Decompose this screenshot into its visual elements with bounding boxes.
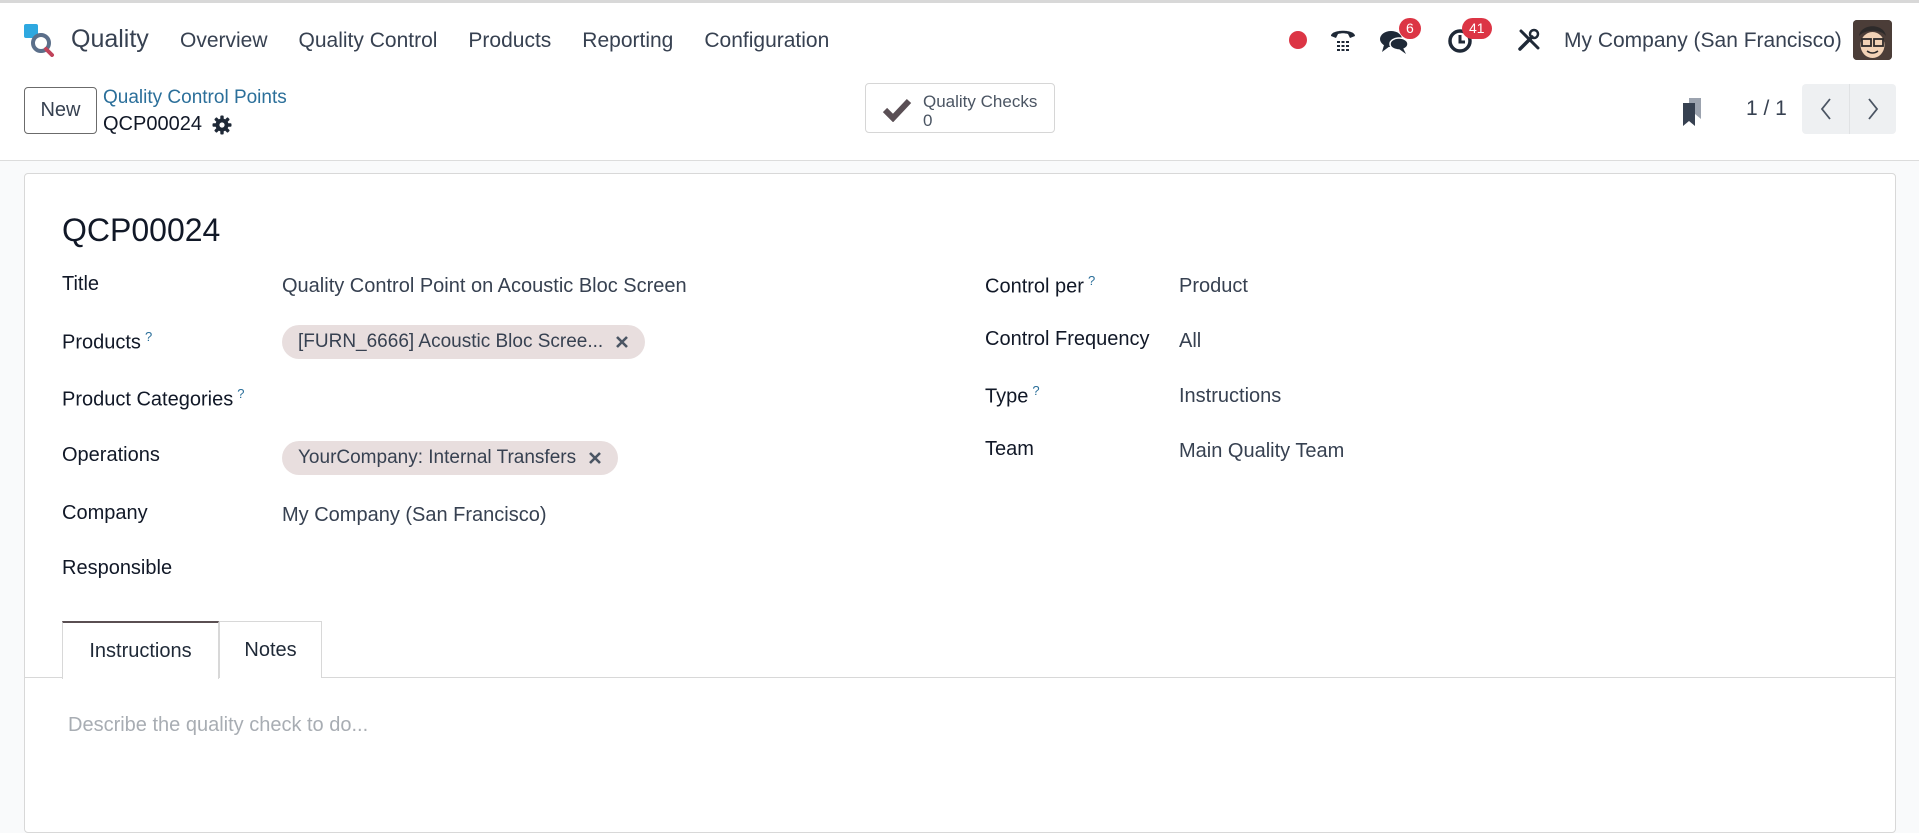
pager-previous-button[interactable]	[1802, 84, 1849, 134]
user-avatar[interactable]	[1853, 20, 1892, 60]
product-categories-label: Product Categories?	[62, 386, 244, 412]
menu-products[interactable]: Products	[468, 29, 551, 53]
gear-icon[interactable]	[212, 115, 232, 135]
operation-tag[interactable]: YourCompany: Internal Transfers	[282, 441, 619, 475]
remove-tag-icon[interactable]	[588, 451, 602, 465]
control-frequency-label: Control Frequency	[985, 328, 1150, 350]
products-help-icon[interactable]: ?	[145, 329, 152, 344]
operations-label: Operations	[62, 444, 160, 466]
title-field[interactable]: Quality Control Point on Acoustic Bloc S…	[282, 275, 687, 298]
menu-configuration[interactable]: Configuration	[704, 29, 829, 53]
company-switcher[interactable]: My Company (San Francisco)	[1564, 29, 1842, 53]
control-per-label: Control per?	[985, 273, 1095, 299]
product-tag-label: [FURN_6666] Acoustic Bloc Scree...	[298, 331, 604, 352]
type-label: Type?	[985, 383, 1040, 409]
recording-dot-icon[interactable]	[1289, 31, 1307, 49]
product-categories-help-icon[interactable]: ?	[237, 386, 244, 401]
breadcrumb-quality-control-points[interactable]: Quality Control Points	[103, 87, 287, 109]
phone-icon[interactable]	[1329, 27, 1357, 53]
menu-overview[interactable]: Overview	[180, 29, 268, 53]
responsible-field[interactable]	[282, 557, 922, 583]
team-label: Team	[985, 438, 1034, 460]
control-panel: New Quality Control Points QCP00024 Qual…	[0, 75, 1919, 161]
instructions-editor[interactable]: Describe the quality check to do...	[68, 714, 368, 737]
quality-app-logo-icon[interactable]	[22, 23, 56, 57]
type-help-icon[interactable]: ?	[1032, 383, 1039, 398]
control-frequency-field[interactable]: All	[1179, 330, 1201, 353]
pager-value[interactable]: 1 / 1	[1746, 97, 1787, 121]
messages-badge: 6	[1399, 18, 1421, 39]
remove-tag-icon[interactable]	[615, 335, 629, 349]
control-per-label-text: Control per	[985, 275, 1084, 298]
tools-icon[interactable]	[1517, 28, 1541, 52]
pager-buttons	[1802, 84, 1896, 134]
chevron-right-icon	[1868, 98, 1879, 120]
company-label: Company	[62, 502, 148, 524]
chevron-left-icon	[1820, 98, 1831, 120]
bookmark-icon[interactable]	[1680, 97, 1706, 127]
product-categories-field[interactable]	[282, 386, 922, 412]
main-navbar: Quality Overview Quality Control Product…	[0, 3, 1919, 75]
products-label-text: Products	[62, 331, 141, 354]
main-menu: Overview Quality Control Products Report…	[180, 29, 860, 53]
control-per-help-icon[interactable]: ?	[1088, 273, 1095, 288]
avatar-face-icon	[1853, 20, 1892, 60]
quality-checks-smart-button[interactable]: Quality Checks 0	[865, 83, 1055, 133]
responsible-label: Responsible	[62, 557, 173, 579]
title-label: Title	[62, 273, 100, 295]
product-tag[interactable]: [FURN_6666] Acoustic Bloc Scree...	[282, 325, 646, 359]
menu-reporting[interactable]: Reporting	[582, 29, 673, 53]
menu-quality-control[interactable]: Quality Control	[299, 29, 438, 53]
breadcrumb-current-record: QCP00024	[103, 113, 202, 135]
record-title[interactable]: QCP00024	[62, 212, 220, 249]
operation-tag-label: YourCompany: Internal Transfers	[298, 447, 577, 468]
type-label-text: Type	[985, 385, 1029, 408]
new-button[interactable]: New	[24, 87, 97, 134]
app-name[interactable]: Quality	[71, 25, 149, 54]
check-icon	[882, 98, 912, 122]
company-field[interactable]: My Company (San Francisco)	[282, 504, 547, 527]
notebook-tabs: Instructions Notes	[25, 621, 1895, 679]
tab-instructions[interactable]: Instructions	[62, 621, 219, 679]
quality-checks-count: 0	[923, 111, 933, 130]
activities-badge: 41	[1462, 18, 1492, 39]
quality-checks-label: Quality Checks	[923, 92, 1038, 111]
form-sheet: QCP00024 Title Quality Control Point on …	[24, 173, 1896, 833]
control-per-field[interactable]: Product	[1179, 275, 1248, 298]
product-categories-label-text: Product Categories	[62, 388, 234, 411]
products-label: Products?	[62, 329, 152, 355]
pager-next-button[interactable]	[1849, 84, 1896, 134]
type-field[interactable]: Instructions	[1179, 385, 1281, 408]
tab-notes[interactable]: Notes	[219, 621, 322, 678]
team-field[interactable]: Main Quality Team	[1179, 440, 1344, 463]
